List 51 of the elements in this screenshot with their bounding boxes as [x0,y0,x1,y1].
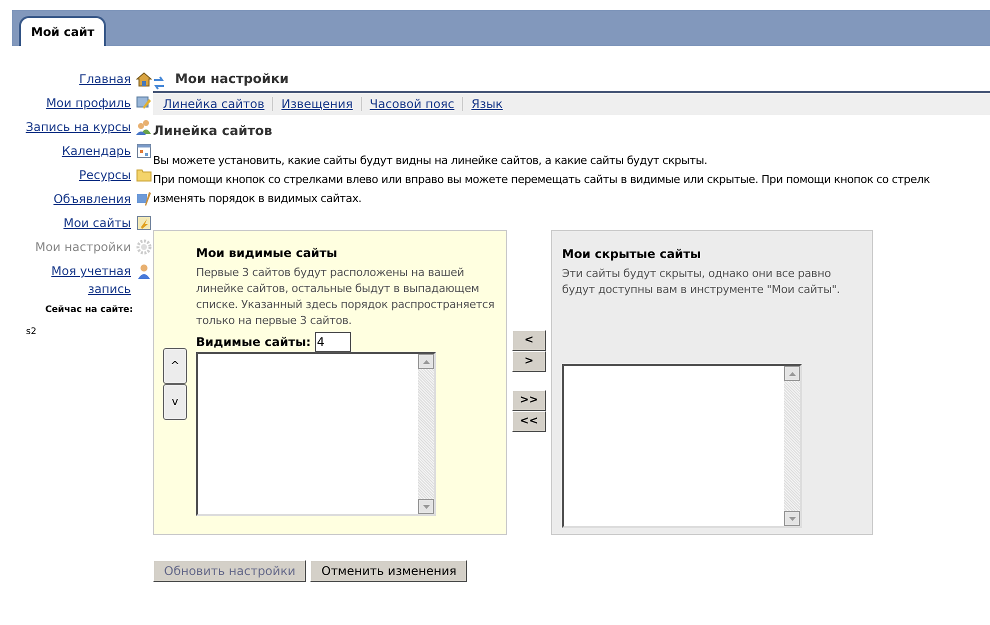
sidebar-link[interactable]: Календарь [21,142,131,160]
sidebar-link[interactable]: Мои сайты [21,214,131,232]
move-button[interactable]: << [512,411,546,432]
count-field[interactable]: 4 [314,332,351,352]
section-title: Линейка сайтов [153,122,274,140]
move-button[interactable]: >> [512,390,546,411]
nav-link[interactable]: Часовой пояс [370,94,454,112]
intro-text: изменять порядок в видимых сайтах. [153,191,362,207]
scroll-up-icon[interactable] [784,366,800,381]
site-tab[interactable]: Мой сайт [19,16,106,46]
action-button[interactable]: Отменить изменения [310,560,468,582]
order-button[interactable]: ^ [163,348,187,384]
scrollbar[interactable] [418,354,434,514]
sidebar-link[interactable]: Ресурсы [21,166,131,184]
pen-icon [136,191,152,207]
sidebar-link[interactable]: Объявления [21,190,131,208]
calendar-icon [136,143,152,159]
sidebar-link[interactable]: Главная [21,70,131,88]
panel-description: Первые 3 сайтов будут расположены на вашей линейке сайтов, остальные быдут в выпадающем списке. Указанный здесь порядок распространяется только на первые 3 сайтов. [196,265,496,329]
list-box[interactable] [562,364,802,528]
order-button[interactable]: v [163,384,187,420]
window-icon [136,215,152,231]
move-button[interactable]: > [512,351,546,372]
scrollbar[interactable] [784,366,800,526]
panel-description: Эти сайты будут скрыты, однако они все равно будут доступны вам в инструменте "Мои сайты". [562,266,841,298]
people-icon [136,119,152,135]
panel-title: Мои видимые сайты [196,245,338,262]
sidebar-link[interactable]: Запись на курсы [21,118,131,136]
person-icon [136,263,152,279]
folder-icon [136,167,152,183]
house-icon [136,71,152,87]
intro-text: При помощи кнопок со стрелками влево или вправо вы можете перемещать сайты в видимые или скрытые. При помощи кнопок со стрелк [153,172,930,188]
move-button[interactable]: < [512,330,546,351]
sidebar-link[interactable]: Мои настройки [21,238,131,256]
page-title: Мои настройки [175,71,289,89]
scroll-down-icon[interactable] [784,511,800,526]
list-box[interactable] [196,352,436,516]
sidebar-link[interactable]: Моя учетная запись [21,262,131,298]
scroll-up-icon[interactable] [418,354,434,369]
arrows-icon [153,76,165,90]
profile-icon [136,95,152,111]
nav-link[interactable]: Извещения [281,94,353,112]
nav-link[interactable]: Язык [471,94,503,112]
count-label: Видимые сайты: [196,334,311,351]
intro-text: Вы можете установить, какие сайты будут видны на линейке сайтов, а какие сайты будут скрыты. [153,153,708,169]
scroll-down-icon[interactable] [418,499,434,514]
nav-link[interactable]: Линейка сайтов [163,94,264,112]
panel-title: Мои скрытые сайты [562,246,702,263]
online-label: Сейчас на сайте: [45,304,134,317]
sidebar-link[interactable]: Мои профиль [21,94,131,112]
online-user: s2 [25,326,38,338]
